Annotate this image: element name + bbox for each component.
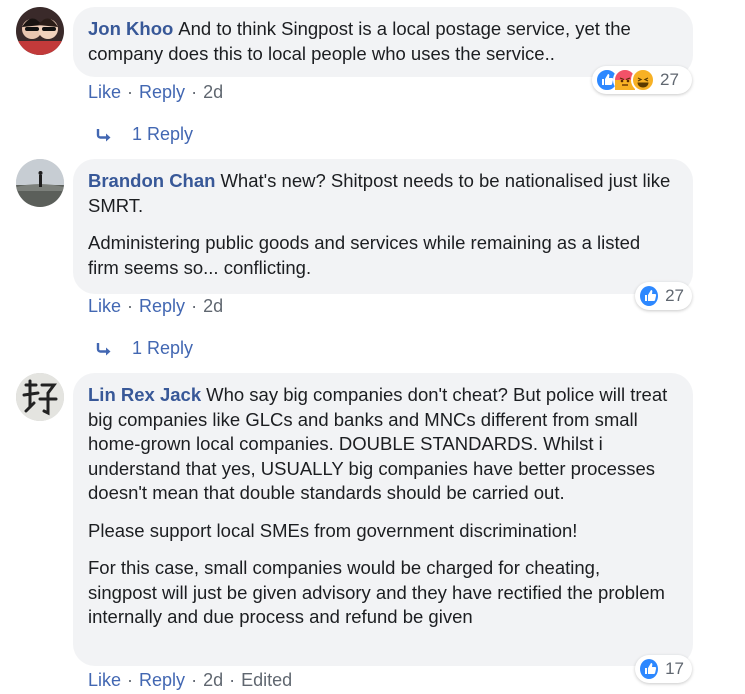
comment-timestamp[interactable]: 2d bbox=[203, 670, 223, 690]
haha-icon bbox=[631, 68, 655, 92]
reaction-count: 17 bbox=[665, 659, 684, 678]
view-replies-label[interactable]: 1 Reply bbox=[132, 338, 193, 359]
avatar[interactable] bbox=[16, 159, 64, 207]
comment-actions: Like · Reply · 2d · Edited bbox=[88, 670, 292, 691]
reply-link[interactable]: Reply bbox=[139, 82, 185, 102]
view-replies-label[interactable]: 1 Reply bbox=[132, 124, 193, 145]
like-link[interactable]: Like bbox=[88, 670, 121, 690]
separator-dot: · bbox=[191, 82, 198, 102]
reactions-summary[interactable]: 27 bbox=[592, 66, 692, 94]
comment-author[interactable]: Brandon Chan bbox=[88, 170, 215, 191]
view-replies-link[interactable]: 1 Reply bbox=[96, 338, 193, 359]
reply-arrow-icon bbox=[96, 342, 111, 355]
comment-author[interactable]: Jon Khoo bbox=[88, 18, 173, 39]
separator-dot: · bbox=[127, 82, 134, 102]
comment-text: For this case, small companies would be … bbox=[88, 557, 665, 627]
comment-timestamp[interactable]: 2d bbox=[203, 296, 223, 316]
like-icon bbox=[638, 657, 661, 681]
like-link[interactable]: Like bbox=[88, 82, 121, 102]
comment-timestamp[interactable]: 2d bbox=[203, 82, 223, 102]
separator-dot: · bbox=[191, 670, 198, 690]
view-replies-link[interactable]: 1 Reply bbox=[96, 124, 193, 145]
avatar[interactable] bbox=[16, 373, 64, 421]
like-icon bbox=[638, 284, 661, 308]
comment-actions: Like · Reply · 2d bbox=[88, 296, 223, 317]
reaction-count: 27 bbox=[665, 286, 684, 305]
comment-bubble: Brandon Chan What's new? Shitpost needs t… bbox=[73, 159, 693, 294]
reply-arrow-icon bbox=[96, 128, 111, 141]
reactions-summary[interactable]: 17 bbox=[635, 655, 692, 683]
comment-text: Please support local SMEs from governmen… bbox=[88, 519, 578, 541]
edited-label[interactable]: Edited bbox=[241, 670, 292, 690]
reply-link[interactable]: Reply bbox=[139, 670, 185, 690]
separator-dot: · bbox=[191, 296, 198, 316]
like-link[interactable]: Like bbox=[88, 296, 121, 316]
comment-author[interactable]: Lin Rex Jack bbox=[88, 384, 201, 405]
separator-dot: · bbox=[127, 296, 134, 316]
avatar[interactable] bbox=[16, 7, 64, 55]
reaction-count: 27 bbox=[660, 70, 679, 89]
comment-actions: Like · Reply · 2d bbox=[88, 82, 223, 103]
comment-bubble: Lin Rex Jack Who say big companies don't … bbox=[73, 373, 693, 666]
reactions-summary[interactable]: 27 bbox=[635, 282, 692, 310]
comment-text: Administering public goods and services … bbox=[88, 232, 641, 278]
separator-dot: · bbox=[229, 670, 236, 690]
separator-dot: · bbox=[127, 670, 134, 690]
reply-link[interactable]: Reply bbox=[139, 296, 185, 316]
